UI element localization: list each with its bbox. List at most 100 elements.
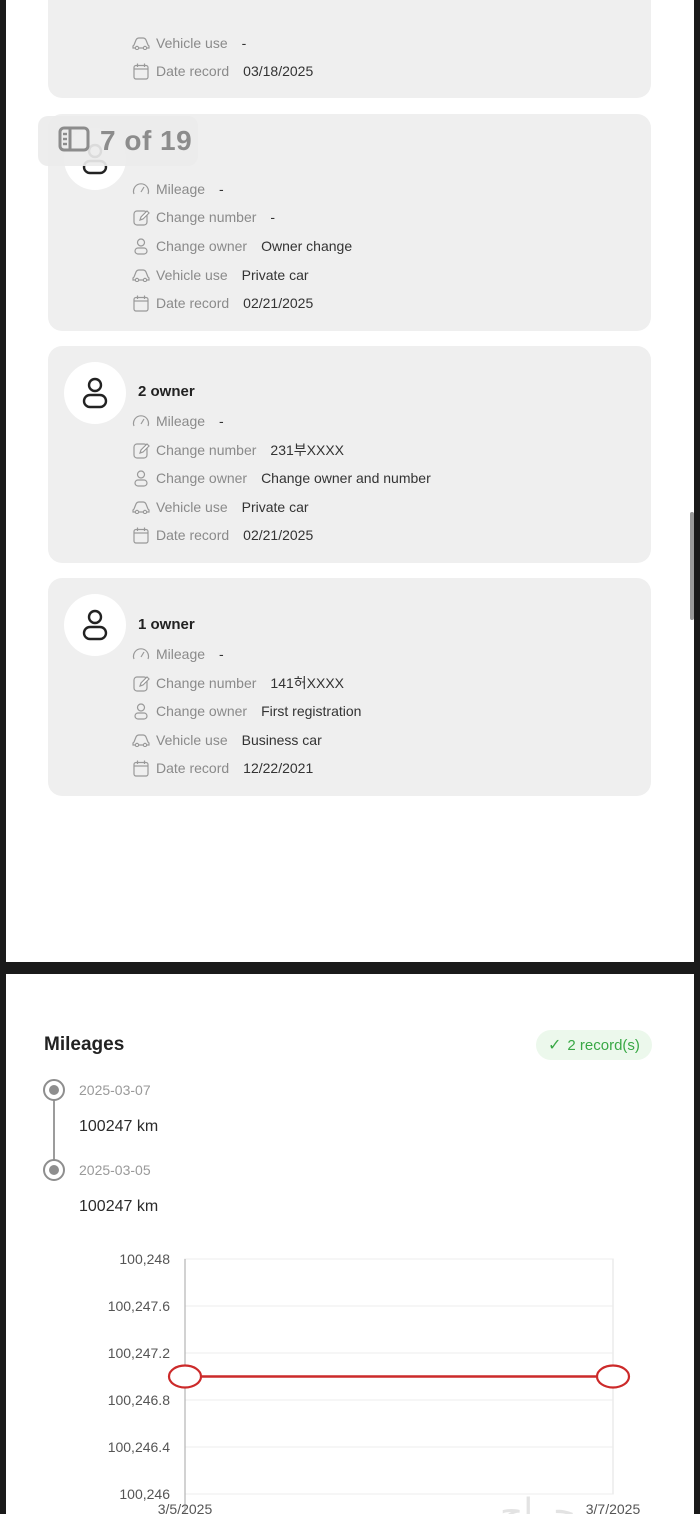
row-label: Mileage [156, 181, 206, 197]
badge-text: 2 record(s) [567, 1036, 640, 1054]
row-label: Vehicle use [156, 499, 228, 515]
row-value: Change owner and number [261, 470, 431, 486]
row-label: Change number [156, 675, 257, 691]
owner-card-partial: Vehicle use - Date record 03/18/2025 [48, 0, 651, 98]
change-number-row: Change number 141허XXXX [131, 672, 344, 694]
row-label: Mileage [156, 646, 206, 662]
row-label: Date record [156, 63, 230, 79]
owner-card: 1 owner Mileage - Change number 141허XXXX… [48, 578, 651, 796]
car-icon [131, 730, 151, 750]
car-icon [131, 33, 151, 53]
person-icon [131, 236, 151, 256]
change-owner-row: Change owner First registration [131, 700, 361, 722]
scrollbar[interactable] [690, 512, 694, 620]
mileage-row: Mileage - [131, 410, 224, 432]
mileage-row: Mileage - [131, 178, 224, 200]
y-tick-label: 100,247.6 [108, 1298, 170, 1314]
ownership-history-panel: Vehicle use - Date record 03/18/2025 Mil… [6, 0, 694, 962]
row-label: Date record [156, 295, 230, 311]
calendar-icon [131, 525, 151, 545]
section-title: Mileages [44, 1034, 125, 1055]
timeline-value: 100247 km [79, 1118, 159, 1135]
calendar-icon [131, 61, 151, 81]
change-number-row: Change number 231부XXXX [131, 439, 344, 461]
change-owner-row: Change owner Change owner and number [131, 467, 431, 489]
row-value: Business car [241, 732, 322, 748]
check-icon: ✓ [548, 1037, 562, 1054]
mileages-panel: Mileages ✓ 2 record(s) 2025-03-07 100247… [6, 974, 694, 1514]
row-value: - [219, 413, 224, 429]
row-label: Change number [156, 209, 257, 225]
row-label: Change owner [156, 238, 248, 254]
data-point [595, 1364, 631, 1389]
watermark-logo: حراج [500, 1492, 576, 1514]
mileage-row: Mileage - [131, 643, 224, 665]
row-value: 12/22/2021 [243, 760, 314, 776]
speedometer-icon [131, 644, 151, 664]
row-value: Private car [241, 499, 309, 515]
date-record-row: Date record 12/22/2021 [131, 757, 313, 779]
vehicle-use-row: Vehicle use Business car [131, 729, 322, 751]
owner-title: 1 owner [138, 616, 195, 633]
change-owner-row: Change owner Owner change [131, 235, 352, 257]
timeline-dot [43, 1159, 65, 1181]
y-tick-label: 100,246.8 [108, 1392, 170, 1408]
car-icon [131, 265, 151, 285]
row-label: Vehicle use [156, 35, 228, 51]
row-value: First registration [261, 703, 362, 719]
date-record-row: Date record 02/21/2025 [131, 292, 313, 314]
page-counter[interactable]: 7 of 19 [38, 116, 198, 166]
row-value: 02/21/2025 [243, 527, 314, 543]
row-value: - [270, 209, 276, 225]
timeline-date: 2025-03-07 [79, 1082, 151, 1098]
vehicle-use-row: Vehicle use - [131, 32, 246, 54]
mileage-chart: 100,248 100,247.6 100,247.2 100,246.8 100,24… [108, 1251, 641, 1514]
owner-card: 2 owner Mileage - Change number 231부XXXX… [48, 346, 651, 563]
edit-icon [131, 673, 151, 693]
status-badge: ✓ 2 record(s) [536, 1030, 652, 1060]
row-label: Change owner [156, 470, 248, 486]
change-number-row: Change number - [131, 206, 275, 228]
edit-icon [131, 440, 151, 460]
calendar-icon [131, 758, 151, 778]
row-value: - [241, 35, 247, 51]
vehicle-use-row: Vehicle use Private car [131, 496, 309, 518]
gallery-icon [58, 126, 90, 157]
avatar [64, 362, 126, 424]
row-value: Owner change [261, 238, 353, 254]
car-icon [131, 497, 151, 517]
speedometer-icon [131, 411, 151, 431]
row-label: Vehicle use [156, 732, 228, 748]
row-value: 03/18/2025 [243, 63, 314, 79]
x-tick-label: 3/7/2025 [586, 1501, 641, 1514]
y-tick-label: 100,246.4 [108, 1439, 170, 1455]
y-tick-label: 100,247.2 [108, 1345, 170, 1361]
row-value: Private car [241, 267, 309, 283]
x-tick-label: 3/5/2025 [158, 1501, 213, 1514]
row-value: 231부XXXX [270, 442, 344, 458]
timeline-value: 100247 km [79, 1198, 159, 1215]
row-label: Vehicle use [156, 267, 228, 283]
timeline-dot [43, 1079, 65, 1101]
row-value: 02/21/2025 [243, 295, 314, 311]
date-record-row: Date record 02/21/2025 [131, 524, 313, 546]
data-point [167, 1364, 203, 1389]
owner-title: 2 owner [138, 383, 195, 400]
edit-icon [131, 207, 151, 227]
row-label: Change owner [156, 703, 248, 719]
y-tick-label: 100,246 [119, 1486, 170, 1502]
row-label: Mileage [156, 413, 206, 429]
person-icon [131, 701, 151, 721]
row-value: - [219, 181, 224, 197]
person-icon [131, 468, 151, 488]
row-value: 141허XXXX [270, 675, 344, 691]
speedometer-icon [131, 179, 151, 199]
y-tick-label: 100,248 [119, 1251, 170, 1267]
date-record-row: Date record 03/18/2025 [131, 60, 313, 82]
timeline-date: 2025-03-05 [79, 1162, 151, 1178]
row-label: Date record [156, 760, 230, 776]
row-label: Date record [156, 527, 230, 543]
calendar-icon [131, 293, 151, 313]
row-value: - [219, 646, 224, 662]
avatar [64, 594, 126, 656]
